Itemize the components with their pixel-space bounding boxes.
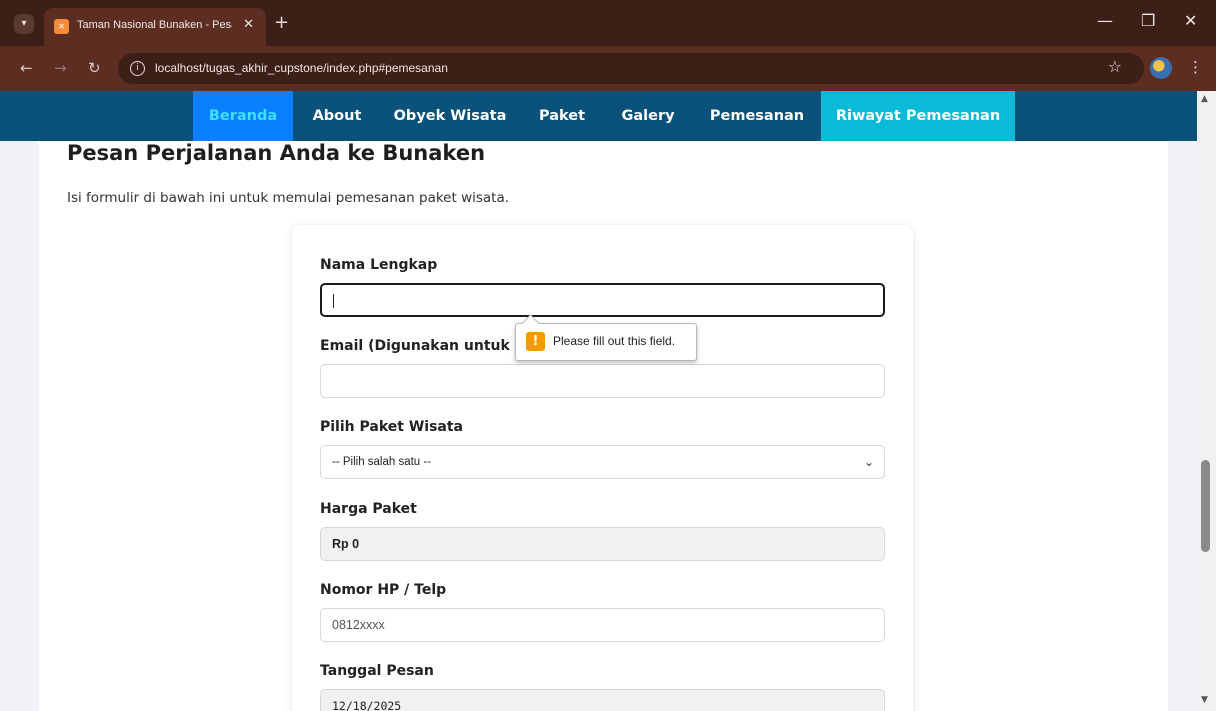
nav-about[interactable]: About [302,91,372,141]
xampp-favicon-icon: ✕ [54,19,69,34]
nav-beranda[interactable]: Beranda [193,91,293,141]
page-subtitle: Isi formulir di bawah ini untuk memulai … [67,190,510,206]
page-scrollbar[interactable]: ▲ ▼ [1197,91,1216,711]
text-caret [333,293,334,308]
address-bar: ← → ↻ i localhost/tugas_akhir_cupstone/i… [0,46,1216,91]
site-navbar: Beranda About Obyek Wisata Paket Galery … [0,91,1197,141]
paket-select-value: -- Pilih salah satu -- [332,456,432,468]
harga-label: Harga Paket [320,501,417,517]
new-tab-button[interactable]: + [274,12,289,33]
tab-title: Taman Nasional Bunaken - Pesa [77,19,232,31]
hp-input[interactable]: 0812xxxx [320,608,885,642]
info-icon[interactable]: i [130,61,145,76]
warning-icon: ! [526,332,545,351]
paket-select[interactable]: -- Pilih salah satu -- ⌄ [320,445,885,479]
url-text: localhost/tugas_akhir_cupstone/index.php… [155,61,448,75]
scroll-up-icon[interactable]: ▲ [1201,94,1208,104]
email-input[interactable] [320,364,885,398]
scroll-thumb[interactable] [1201,460,1210,552]
tab-bar: ▾ ✕ Taman Nasional Bunaken - Pesa ✕ + — … [0,0,1216,46]
email-label: Email (Digunakan untuk R [320,338,526,354]
reload-icon[interactable]: ↻ [88,59,101,77]
tab-search-icon[interactable]: ▾ [14,14,34,34]
profile-icon[interactable] [1150,57,1172,79]
forward-icon[interactable]: → [54,59,67,77]
nama-input[interactable] [320,283,885,317]
paket-label: Pilih Paket Wisata [320,419,463,435]
booking-form: Nama Lengkap Email (Digunakan untuk R Pi… [292,225,913,711]
star-icon[interactable]: ☆ [1108,57,1122,76]
browser-tab[interactable]: ✕ Taman Nasional Bunaken - Pesa ✕ [44,8,266,46]
menu-icon[interactable]: ⋮ [1188,58,1203,76]
back-icon[interactable]: ← [20,59,33,77]
nav-paket[interactable]: Paket [528,91,596,141]
tanggal-label: Tanggal Pesan [320,663,434,679]
validation-message: Please fill out this field. [553,334,676,348]
url-field[interactable]: i localhost/tugas_akhir_cupstone/index.p… [118,53,1144,84]
validation-tooltip: ! Please fill out this field. [515,314,697,361]
harga-field: Rp 0 [320,527,885,561]
chevron-down-icon: ⌄ [863,455,874,469]
restore-icon[interactable]: ❐ [1141,11,1155,30]
minimize-icon[interactable]: — [1097,11,1113,30]
nav-galery[interactable]: Galery [608,91,688,141]
tab-close-icon[interactable]: ✕ [243,17,254,32]
tanggal-field: 12/18/2025 [320,689,885,711]
page-viewport: Beranda About Obyek Wisata Paket Galery … [0,91,1197,711]
scroll-down-icon[interactable]: ▼ [1201,695,1208,705]
page-title: Pesan Perjalanan Anda ke Bunaken [67,141,486,165]
close-icon[interactable]: ✕ [1184,11,1197,30]
nav-riwayat-pemesanan[interactable]: Riwayat Pemesanan [821,91,1015,141]
nav-pemesanan[interactable]: Pemesanan [698,91,816,141]
nama-label: Nama Lengkap [320,257,438,273]
nav-obyek-wisata[interactable]: Obyek Wisata [384,91,516,141]
hp-label: Nomor HP / Telp [320,582,447,598]
